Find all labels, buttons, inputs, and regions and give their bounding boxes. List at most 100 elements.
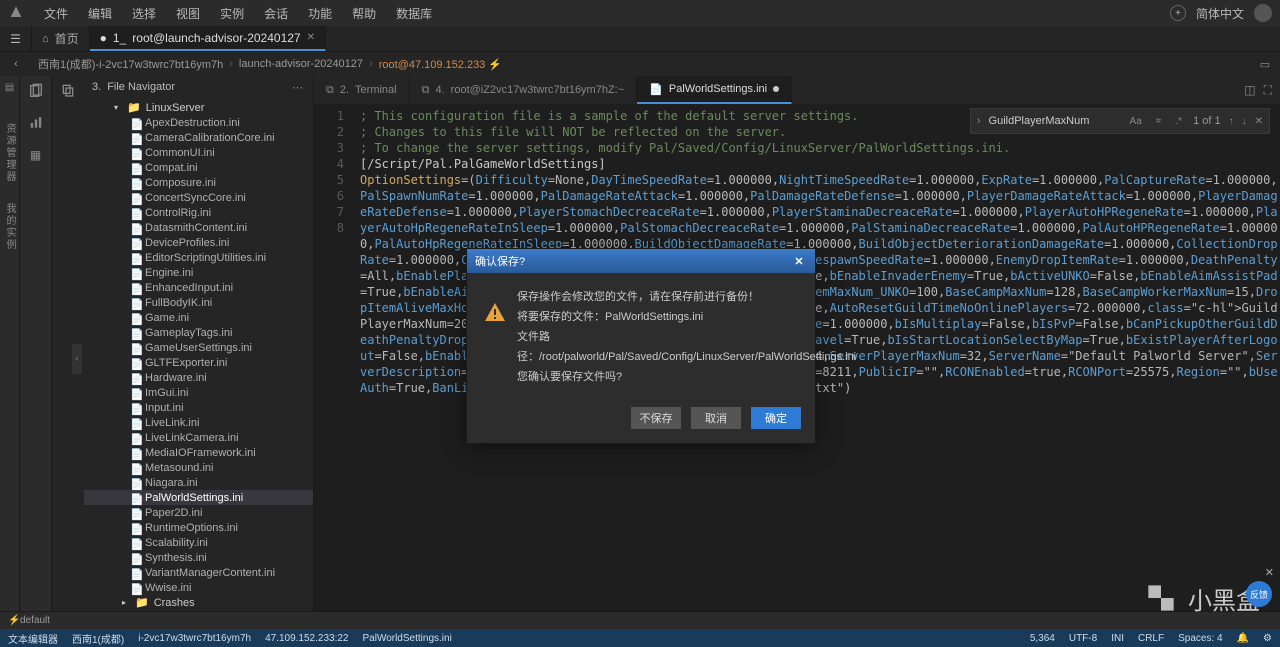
tree-item[interactable]: 📄Composure.ini — [84, 175, 313, 190]
tree-item[interactable]: 📄FullBodyIK.ini — [84, 295, 313, 310]
tree-item[interactable]: 📄DeviceProfiles.ini — [84, 235, 313, 250]
file-tree[interactable]: ▾📁LinuxServer📄ApexDestruction.ini📄Camera… — [84, 98, 313, 611]
tab-ssh[interactable]: ⧉ 4. root@iZ2vc17w3twrc7bt16ym7hZ:~ — [410, 76, 638, 104]
dont-save-button[interactable]: 不保存 — [631, 407, 681, 429]
tree-item[interactable]: 📄Input.ini — [84, 400, 313, 415]
tree-item[interactable]: 📄ConcertSyncCore.ini — [84, 190, 313, 205]
user-avatar-icon[interactable] — [1254, 4, 1272, 22]
breadcrumb-item[interactable]: root@47.109.152.233 ⚡ — [373, 58, 508, 71]
tab-terminal[interactable]: ⧉ 2. Terminal — [314, 76, 410, 104]
more-icon[interactable]: ⋯ — [292, 81, 305, 94]
dialog-title-text: 确认保存? — [475, 253, 525, 269]
regex-icon[interactable]: .* — [1172, 115, 1185, 128]
ok-button[interactable]: 确定 — [751, 407, 801, 429]
tree-item[interactable]: 📄Metasound.ini — [84, 460, 313, 475]
lightning-icon[interactable]: ⚡ — [8, 615, 20, 626]
menu-database[interactable]: 数据库 — [388, 3, 440, 24]
next-match-icon[interactable]: ↓ — [1242, 116, 1247, 127]
maximize-icon[interactable]: ⛶ — [1264, 83, 1272, 98]
menu-file[interactable]: 文件 — [36, 3, 76, 24]
dialog-message: 保存操作会修改您的文件，请在保存前进行备份！ 将要保存的文件：PalWorldS… — [517, 287, 856, 387]
files-icon[interactable] — [27, 82, 45, 100]
tree-item[interactable]: 📄ControlRig.ini — [84, 205, 313, 220]
tab-file-active[interactable]: 📄 PalWorldSettings.ini — [637, 76, 792, 104]
back-icon[interactable]: ‹ — [0, 58, 32, 70]
status-encoding[interactable]: UTF-8 — [1069, 633, 1097, 644]
menu-session[interactable]: 会话 — [256, 3, 296, 24]
tree-item[interactable]: 📄Compat.ini — [84, 160, 313, 175]
status-eol[interactable]: CRLF — [1138, 633, 1164, 644]
whole-word-icon[interactable]: ⌗ — [1153, 115, 1165, 128]
tree-item[interactable]: 📄CommonUI.ini — [84, 145, 313, 160]
feedback-button[interactable]: 反馈 — [1246, 581, 1272, 607]
layout-icon[interactable]: ▭ — [1258, 57, 1272, 71]
prev-match-icon[interactable]: ↑ — [1229, 116, 1234, 127]
dialog-close-icon[interactable]: ✕ — [791, 253, 807, 269]
tab-session-active[interactable]: ● 1_root@launch-advisor-20240127 ✕ — [90, 26, 326, 51]
status-position[interactable]: 5,364 — [1030, 633, 1055, 644]
menu-help[interactable]: 帮助 — [344, 3, 384, 24]
search-input[interactable] — [989, 115, 1119, 127]
tree-item[interactable]: 📄ImGui.ini — [84, 385, 313, 400]
split-icon[interactable]: ◫ — [1244, 83, 1255, 97]
match-case-icon[interactable]: Aa — [1127, 115, 1145, 128]
cancel-button[interactable]: 取消 — [691, 407, 741, 429]
menu-view[interactable]: 视图 — [168, 3, 208, 24]
chevron-right-icon[interactable]: › — [977, 115, 981, 127]
menu-select[interactable]: 选择 — [124, 3, 164, 24]
bottom-tab-label[interactable]: default — [20, 615, 50, 626]
menu-function[interactable]: 功能 — [300, 3, 340, 24]
bell-icon[interactable]: 🔔 — [1237, 633, 1249, 644]
tree-item[interactable]: ▸📁ImGui — [84, 610, 313, 611]
tree-item[interactable]: 📄EnhancedInput.ini — [84, 280, 313, 295]
left-tab-explorer[interactable]: 资源管理器 — [2, 123, 17, 183]
tree-item[interactable]: 📄GameplayTags.ini — [84, 325, 313, 340]
tree-item[interactable]: 📄Synthesis.ini — [84, 550, 313, 565]
tree-item[interactable]: 📄Paper2D.ini — [84, 505, 313, 520]
chart-icon[interactable] — [27, 114, 45, 132]
toggle-sidebar-icon[interactable]: ☰ — [0, 26, 32, 51]
tree-item[interactable]: 📄Scalability.ini — [84, 535, 313, 550]
tree-item[interactable]: 📄Hardware.ini — [84, 370, 313, 385]
tree-item[interactable]: ▾📁LinuxServer — [84, 100, 313, 115]
grid-icon[interactable]: ▦ — [27, 146, 45, 164]
tab-home[interactable]: ⌂ 首页 — [32, 26, 90, 51]
explorer-tab-icon[interactable]: ▤ — [5, 82, 14, 93]
tree-item[interactable]: 📄GLTFExporter.ini — [84, 355, 313, 370]
breadcrumb: ‹ 西南1(成都)-i-2vc17w3twrc7bt16ym7h › launc… — [0, 52, 1280, 76]
tree-item[interactable]: 📄Engine.ini — [84, 265, 313, 280]
tree-item[interactable]: 📄Game.ini — [84, 310, 313, 325]
language-selector[interactable]: 简体中文 — [1196, 5, 1244, 22]
tree-item[interactable]: 📄MediaIOFramework.ini — [84, 445, 313, 460]
breadcrumb-item[interactable]: launch-advisor-20240127 — [233, 58, 369, 70]
tree-item[interactable]: 📄LiveLink.ini — [84, 415, 313, 430]
tree-item[interactable]: 📄VariantManagerContent.ini — [84, 565, 313, 580]
left-tab-instances[interactable]: 我的实例 — [2, 203, 17, 251]
far-left-rail: ▤ 资源管理器 我的实例 — [0, 76, 20, 611]
tab-session-label: root@launch-advisor-20240127 — [132, 31, 300, 45]
copy-icon[interactable] — [60, 82, 76, 101]
tree-item[interactable]: 📄Wwise.ini — [84, 580, 313, 595]
tree-item[interactable]: 📄Niagara.ini — [84, 475, 313, 490]
tab-home-label: 首页 — [55, 30, 79, 47]
menu-edit[interactable]: 编辑 — [80, 3, 120, 24]
tree-item[interactable]: 📄RuntimeOptions.ini — [84, 520, 313, 535]
tree-item[interactable]: ▸📁Crashes — [84, 595, 313, 610]
tree-item[interactable]: 📄PalWorldSettings.ini — [84, 490, 313, 505]
tree-item[interactable]: 📄EditorScriptingUtilities.ini — [84, 250, 313, 265]
collapse-handle-icon[interactable]: ‹ — [72, 344, 82, 374]
menu-instance[interactable]: 实例 — [212, 3, 252, 24]
close-search-icon[interactable]: ✕ — [1255, 116, 1263, 127]
add-icon[interactable]: + — [1170, 5, 1186, 21]
breadcrumb-item[interactable]: 西南1(成都)-i-2vc17w3twrc7bt16ym7h — [32, 56, 229, 72]
tree-item[interactable]: 📄LiveLinkCamera.ini — [84, 430, 313, 445]
tree-item[interactable]: 📄GameUserSettings.ini — [84, 340, 313, 355]
status-indent[interactable]: Spaces: 4 — [1178, 633, 1222, 644]
tree-item[interactable]: 📄ApexDestruction.ini — [84, 115, 313, 130]
status-lang[interactable]: INI — [1111, 633, 1124, 644]
settings-icon[interactable]: ⚙ — [1263, 633, 1272, 644]
tree-item[interactable]: 📄DatasmithContent.ini — [84, 220, 313, 235]
feedback-close-icon[interactable]: ✕ — [1265, 566, 1274, 579]
tree-item[interactable]: 📄CameraCalibrationCore.ini — [84, 130, 313, 145]
close-icon[interactable]: ✕ — [307, 32, 315, 43]
